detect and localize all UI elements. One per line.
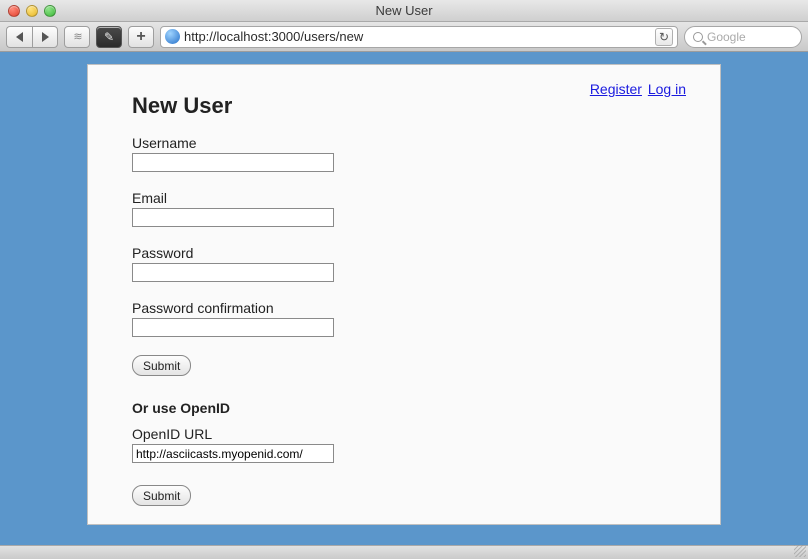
reload-icon: ↻ bbox=[659, 30, 669, 44]
close-window-button[interactable] bbox=[8, 5, 20, 17]
reload-button[interactable]: ↻ bbox=[655, 28, 673, 46]
search-placeholder: Google bbox=[707, 30, 746, 44]
address-bar[interactable]: http://localhost:3000/users/new ↻ bbox=[160, 26, 678, 48]
window-controls bbox=[0, 5, 56, 17]
browser-window: New User ≋ ✎ + http://localhost:3000/use… bbox=[0, 0, 808, 559]
password-field-group: Password bbox=[132, 245, 676, 282]
squiggle-icon: ≋ bbox=[73, 30, 80, 43]
elephant-icon: ✎ bbox=[104, 30, 114, 44]
viewport: Register Log in New User Username Email … bbox=[0, 52, 808, 545]
username-label: Username bbox=[132, 135, 676, 151]
username-input[interactable] bbox=[132, 153, 334, 172]
password-confirmation-label: Password confirmation bbox=[132, 300, 676, 316]
plus-icon: + bbox=[136, 29, 145, 45]
add-bookmark-button[interactable]: + bbox=[128, 26, 154, 48]
password-confirmation-input[interactable] bbox=[132, 318, 334, 337]
register-link[interactable]: Register bbox=[590, 81, 642, 97]
openid-label: OpenID URL bbox=[132, 426, 676, 442]
openid-submit-button[interactable]: Submit bbox=[132, 485, 191, 506]
toolbar-button-evernote[interactable]: ✎ bbox=[96, 26, 122, 48]
auth-links: Register Log in bbox=[588, 81, 686, 97]
forward-button[interactable] bbox=[32, 26, 58, 48]
password-label: Password bbox=[132, 245, 676, 261]
zoom-window-button[interactable] bbox=[44, 5, 56, 17]
statusbar bbox=[0, 545, 808, 559]
email-field-group: Email bbox=[132, 190, 676, 227]
password-confirmation-field-group: Password confirmation bbox=[132, 300, 676, 337]
minimize-window-button[interactable] bbox=[26, 5, 38, 17]
openid-heading: Or use OpenID bbox=[132, 400, 676, 416]
submit-button[interactable]: Submit bbox=[132, 355, 191, 376]
back-button[interactable] bbox=[6, 26, 32, 48]
search-box[interactable]: Google bbox=[684, 26, 802, 48]
email-label: Email bbox=[132, 190, 676, 206]
chevron-left-icon bbox=[16, 32, 23, 42]
new-user-form: New User Username Email Password Passwor… bbox=[88, 65, 720, 526]
username-field-group: Username bbox=[132, 135, 676, 172]
openid-field-group: OpenID URL bbox=[132, 426, 676, 463]
login-link[interactable]: Log in bbox=[648, 81, 686, 97]
chevron-right-icon bbox=[42, 32, 49, 42]
openid-input[interactable] bbox=[132, 444, 334, 463]
globe-icon bbox=[165, 29, 180, 44]
password-input[interactable] bbox=[132, 263, 334, 282]
window-title: New User bbox=[0, 3, 808, 18]
browser-toolbar: ≋ ✎ + http://localhost:3000/users/new ↻ … bbox=[0, 22, 808, 52]
url-text: http://localhost:3000/users/new bbox=[184, 29, 651, 44]
nav-buttons bbox=[6, 26, 58, 48]
titlebar: New User bbox=[0, 0, 808, 22]
toolbar-button-1[interactable]: ≋ bbox=[64, 26, 90, 48]
email-input[interactable] bbox=[132, 208, 334, 227]
search-icon bbox=[693, 32, 703, 42]
resize-handle-icon[interactable] bbox=[794, 545, 806, 557]
page-content: Register Log in New User Username Email … bbox=[87, 64, 721, 525]
